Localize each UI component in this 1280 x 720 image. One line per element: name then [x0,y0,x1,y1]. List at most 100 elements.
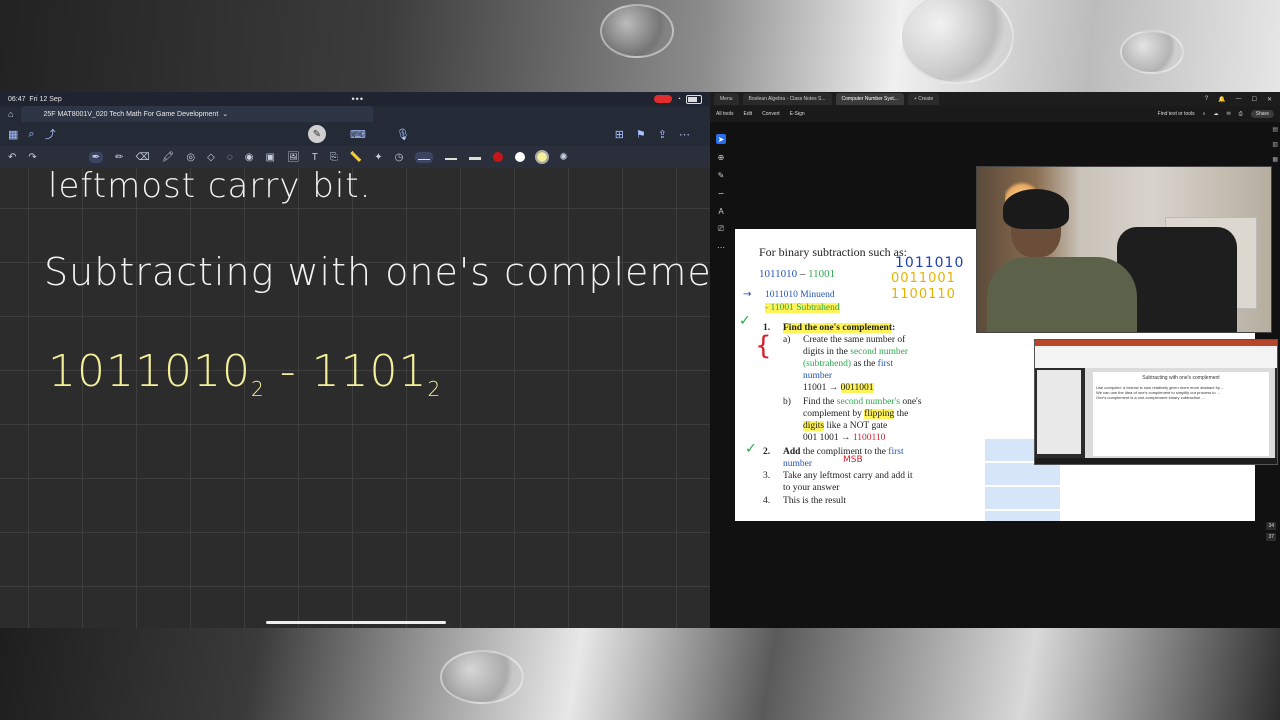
status-time-date: 06:47 Fri 12 Sep [8,96,62,103]
highlighter-tool-icon[interactable]: 🖍 [162,152,175,163]
bookmarks-icon[interactable]: ▥ [1272,141,1278,148]
camera-icon[interactable]: ⎘ [330,152,338,163]
step-2-number: 2. [763,447,771,457]
sticker-icon[interactable]: ▣ [266,152,275,163]
shapes-tool-icon[interactable]: ◇ [207,152,215,163]
home-icon[interactable]: ⌂ [8,109,13,119]
tab-menu[interactable]: Menu [714,93,739,105]
more-tools-icon[interactable]: ⋯ [716,242,726,252]
step-a-subtrahend: (subtrahend) [803,359,852,369]
keyboard-icon[interactable]: ⌨ [350,128,366,141]
find-tools-input[interactable]: Find text or tools [1158,111,1195,117]
page-number[interactable]: 34 [1266,522,1276,530]
ppt-slide-pane: Subtracting with one's complement Use co… [1085,368,1275,460]
toolbar-right: ⊞ ⚑ ⇪ ⋯ [615,128,690,141]
undo-icon[interactable]: ↶ [8,152,16,163]
line-thin-option[interactable] [415,151,434,163]
color-white-swatch[interactable] [515,152,526,162]
select-tool-icon[interactable]: ◌ [227,152,233,163]
eraser-tool-icon[interactable]: ⌫ [136,152,150,163]
new-tab-button[interactable]: + Create [907,93,940,105]
browser-tab-bar: Menu Boolean Algebra - Class Notes S... … [710,92,1280,106]
mail-icon[interactable]: ✉ [1226,111,1230,117]
zoom-icon[interactable]: ⊕ [716,152,726,162]
image-icon[interactable]: 🖼 [287,152,300,163]
stamp-icon[interactable]: ⎚ [716,224,726,234]
ruler-icon[interactable]: 📏 [350,152,362,163]
chevron-down-icon[interactable]: ⌄ [222,110,228,118]
redo-icon[interactable]: ↷ [28,152,36,163]
timer-icon[interactable]: ◷ [395,152,404,163]
ppt-slide-thumbnails [1037,370,1081,454]
tab-document[interactable]: 25F MAT8001V_020 Tech Math For Game Deve… [21,106,374,122]
step-a-second-number: second number [850,347,909,357]
pdf-menu-bar: All tools Edit Convert E-Sign Find text … [710,106,1280,122]
step-3-line-1: Take any leftmost carry and add it [783,471,913,481]
line-thick-option[interactable] [469,152,482,163]
text-icon[interactable]: A [716,206,726,216]
page-number[interactable]: 37 [1266,533,1276,541]
maximize-icon[interactable]: ☐ [1252,96,1257,103]
menu-edit[interactable]: Edit [744,111,753,117]
print-icon[interactable]: ⎙ [1239,111,1243,117]
menu-all-tools[interactable]: All tools [716,111,734,117]
search-icon[interactable]: ⌕ [1203,111,1206,117]
color-red-swatch[interactable] [493,152,504,162]
lasso-tool-icon[interactable]: ◎ [186,152,195,163]
laser-pointer-icon[interactable]: ✦ [374,152,382,163]
step-2-line-2: number [783,459,813,469]
grid-view-icon[interactable]: ▦ [8,128,18,141]
step-b-complement: 1100110 [852,433,886,443]
text-tool-icon[interactable]: T [312,152,318,163]
cloud-icon[interactable]: ☁ [1213,111,1218,117]
handwritten-expression: 10110102 - 11012 [48,346,441,401]
share-button[interactable]: Share [1250,110,1274,118]
subtrahend-label: - 11001 Subtrahend [765,303,840,313]
pen-tool-icon[interactable]: ✒ [88,151,104,163]
layers-icon[interactable]: ▦ [1272,156,1278,163]
webcam-overlay [976,166,1272,333]
pencil-tool-icon[interactable]: ✏ [115,152,123,163]
note-canvas[interactable]: leftmost carry bit. Subtracting with one… [0,166,710,628]
tab-boolean-algebra[interactable]: Boolean Algebra - Class Notes S... [742,93,832,105]
step-a-label: a) [783,335,791,345]
multitask-dots[interactable]: ••• [352,94,364,104]
tab-title: 25F MAT8001V_020 Tech Math For Game Deve… [43,110,219,118]
person-torso [987,257,1137,332]
home-indicator [266,621,446,624]
select-cursor-icon[interactable]: ➤ [716,134,726,144]
minuend-label: 1011010 Minuend [765,290,835,300]
color-picker-icon[interactable]: ✺ [559,152,567,163]
share-arrow-icon[interactable]: ⤴ [45,126,56,142]
step-a-line-2: digits in the second number [803,347,908,357]
pdf-menu-right: Find text or tools ⌕ ☁ ✉ ⎙ Share [1158,110,1280,118]
menu-esign[interactable]: E-Sign [790,111,805,117]
notifications-icon[interactable]: 🔔 [1218,96,1225,103]
step-a-line-5-text: 11001 → [803,383,841,393]
close-icon[interactable]: ✕ [1267,96,1272,103]
search-icon[interactable]: ⌕ [28,128,34,141]
help-icon[interactable]: ? [1205,96,1208,103]
pen-mode-icon[interactable]: ✎ [308,125,326,143]
step-b-second-number: second number's [836,397,900,407]
minimize-icon[interactable]: — [1236,96,1242,103]
bookmark-icon[interactable]: ⚑ [636,128,646,141]
recording-icon [653,95,672,103]
step-4-number: 4. [763,496,771,506]
line-medium-option[interactable] [445,152,458,163]
example-subtrahend: 11001 [808,268,836,280]
menu-convert[interactable]: Convert [762,111,780,117]
tab-computer-number-systems[interactable]: Computer Number Syst... [835,93,904,105]
step-b-flipping: flipping [864,409,895,419]
add-page-icon[interactable]: ⊞ [615,128,624,141]
microphone-icon[interactable]: 🎙 [396,128,410,141]
step-3-number: 3. [763,471,771,481]
export-icon[interactable]: ⇪ [658,128,667,141]
more-icon[interactable]: ⋯ [679,128,690,141]
color-yellow-swatch[interactable] [535,150,550,164]
comment-icon[interactable]: ▤ [1272,126,1278,133]
freehand-icon[interactable]: ∽ [716,188,726,198]
eye-icon[interactable]: ◉ [245,152,254,163]
draw-icon[interactable]: ✎ [716,170,726,180]
battery-icon [686,94,702,104]
